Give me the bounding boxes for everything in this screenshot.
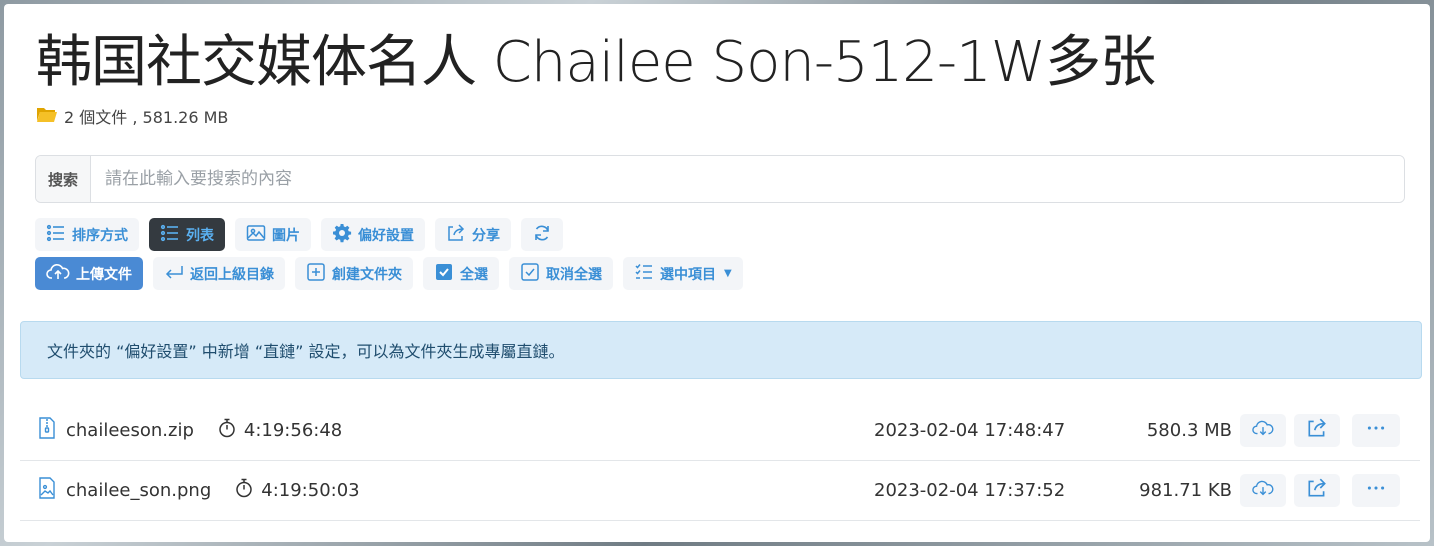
file-name-cell: chailee_son.png 4:19:50:03 [38,476,360,504]
ellipsis-icon [1365,477,1387,504]
selected-items-dropdown[interactable]: 選中項目 ▼ [623,257,743,290]
cloud-download-icon [1252,417,1274,444]
share-label: 分享 [472,227,500,244]
selected-items-label: 選中項目 [660,266,716,283]
file-duration: 4:19:50:03 [235,478,360,503]
new-folder-button[interactable]: 創建文件夾 [295,257,413,290]
share-file-button[interactable] [1294,413,1340,447]
file-date: 2023-02-04 17:37:52 [874,479,1066,501]
file-image-icon [38,476,56,504]
file-name[interactable]: chailee_son.png [66,480,211,501]
select-all-label: 全選 [460,266,488,283]
share-file-button[interactable] [1294,473,1340,507]
ellipsis-icon [1365,417,1387,444]
list-ul-icon [160,223,180,247]
image-view-button[interactable]: 圖片 [235,218,311,251]
checked-box-icon [434,262,454,286]
deselect-all-label: 取消全選 [546,266,602,283]
file-duration-text: 4:19:56:48 [243,419,343,441]
info-alert: 文件夾的 “偏好設置” 中新增 “直鏈” 設定，可以為文件夾生成專屬直鏈。 [20,321,1422,379]
return-arrow-icon [164,262,184,286]
action-toolbar: 上傳文件 返回上級目錄 創建文件夾 全選 取消全選 選中項目 ▼ [35,257,743,290]
file-duration-text: 4:19:50:03 [261,479,360,501]
image-icon [246,223,266,247]
more-options-button[interactable] [1352,473,1400,507]
share-icon [1306,417,1328,444]
list-view-label: 列表 [186,227,214,244]
preferences-button[interactable]: 偏好設置 [321,218,425,251]
list-view-button[interactable]: 列表 [149,218,225,251]
checklist-icon [634,262,654,286]
image-view-label: 圖片 [272,227,300,244]
check-square-outline-icon [520,262,540,286]
folder-open-icon [36,105,58,127]
new-folder-label: 創建文件夾 [332,266,402,283]
page-title: 韩国社交媒体名人 Chailee Son-512-1W多张 [36,30,1156,95]
share-icon [1306,477,1328,504]
file-size: 981.71 KB [1139,479,1232,501]
folder-summary: 2 個文件 , 581.26 MB [36,104,228,128]
share-button[interactable]: 分享 [435,218,511,251]
more-options-button[interactable] [1352,413,1400,447]
gear-icon [332,223,352,247]
file-name[interactable]: chaileeson.zip [66,420,194,441]
upload-label: 上傳文件 [76,266,132,283]
stopwatch-icon [235,478,253,503]
file-actions [1240,473,1400,507]
sort-label: 排序方式 [72,227,128,244]
sort-button[interactable]: 排序方式 [35,218,139,251]
cloud-download-icon [1252,477,1274,504]
search-bar: 搜索 [35,155,1405,203]
cloud-upload-icon [46,262,70,286]
file-name-cell: chaileeson.zip 4:19:56:48 [38,416,342,444]
folder-summary-text: 2 個文件 , 581.26 MB [64,108,229,127]
list-ul-icon [46,223,66,247]
select-all-button[interactable]: 全選 [423,257,499,290]
download-button[interactable] [1240,413,1286,447]
search-input[interactable] [91,156,1404,202]
file-date: 2023-02-04 17:48:47 [874,419,1066,441]
upload-button[interactable]: 上傳文件 [35,257,143,290]
parent-dir-button[interactable]: 返回上級目錄 [153,257,285,290]
download-button[interactable] [1240,473,1286,507]
view-toolbar: 排序方式 列表 圖片 偏好設置 分享 [35,218,563,251]
file-size: 580.3 MB [1146,419,1232,441]
preferences-label: 偏好設置 [358,227,414,244]
file-browser-card: 韩国社交媒体名人 Chailee Son-512-1W多张 2 個文件 , 58… [4,4,1430,542]
plus-square-icon [306,262,326,286]
file-zip-icon [38,416,56,444]
refresh-icon [532,223,552,247]
search-label: 搜索 [36,156,91,202]
info-alert-text: 文件夾的 “偏好設置” 中新增 “直鏈” 設定，可以為文件夾生成專屬直鏈。 [47,342,565,361]
parent-dir-label: 返回上級目錄 [190,266,274,283]
share-icon [446,223,466,247]
deselect-all-button[interactable]: 取消全選 [509,257,613,290]
file-actions [1240,413,1400,447]
file-row[interactable]: chaileeson.zip 4:19:56:48 2023-02-04 17:… [20,400,1420,461]
refresh-button[interactable] [521,218,563,251]
stopwatch-icon [218,418,236,443]
file-row[interactable]: chailee_son.png 4:19:50:03 2023-02-04 17… [20,460,1420,521]
caret-down-icon: ▼ [724,268,732,279]
file-duration: 4:19:56:48 [218,418,342,443]
